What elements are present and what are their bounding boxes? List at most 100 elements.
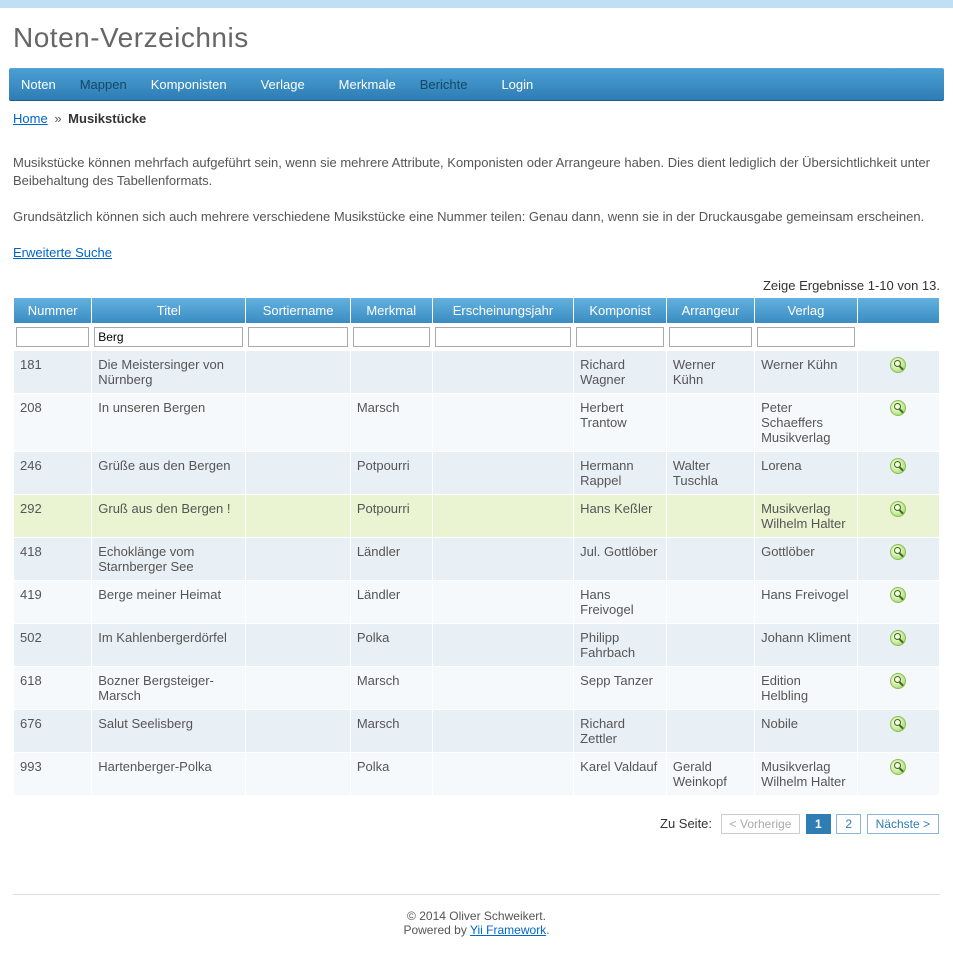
- cell-merkmal: Marsch: [351, 394, 432, 451]
- view-icon[interactable]: [890, 458, 906, 474]
- nav-item-verlage[interactable]: Verlage: [249, 69, 317, 100]
- cell-jahr: [433, 351, 573, 393]
- table-row: 292Gruß aus den Bergen !PotpourriHans Ke…: [14, 495, 939, 537]
- col-header-titel[interactable]: Titel: [92, 298, 245, 323]
- cell-jahr: [433, 581, 573, 623]
- cell-nummer: 993: [14, 753, 91, 795]
- cell-komponist: Karel Valdauf: [574, 753, 666, 795]
- table-row: 618Bozner Bergsteiger-MarschMarschSepp T…: [14, 667, 939, 709]
- cell-verlag: Hans Freivogel: [755, 581, 857, 623]
- pagination-page-2[interactable]: 2: [836, 814, 861, 834]
- cell-actions: [858, 667, 939, 709]
- cell-sortiername: [246, 351, 349, 393]
- cell-actions: [858, 452, 939, 494]
- cell-merkmal: [351, 351, 432, 393]
- filter-arrangeur[interactable]: [669, 327, 752, 347]
- main-nav: NotenMappenKomponisten Verlage MerkmaleBer…: [9, 68, 944, 101]
- col-header-sortiername[interactable]: Sortiername: [246, 298, 349, 323]
- cell-jahr: [433, 394, 573, 451]
- pagination: Zu Seite: < Vorherige 1 2 Nächste >: [13, 814, 940, 834]
- filter-merkmal[interactable]: [353, 327, 430, 347]
- results-table: Nummer Titel Sortiername Merkmal Erschei…: [13, 297, 940, 796]
- filter-verlag[interactable]: [757, 327, 855, 347]
- intro-paragraph-1: Musikstücke können mehrfach aufgeführt s…: [13, 154, 940, 190]
- view-icon[interactable]: [890, 630, 906, 646]
- cell-komponist: Hermann Rappel: [574, 452, 666, 494]
- view-icon[interactable]: [890, 759, 906, 775]
- cell-jahr: [433, 495, 573, 537]
- cell-sortiername: [246, 581, 349, 623]
- breadcrumb-home[interactable]: Home: [13, 111, 48, 126]
- cell-actions: [858, 624, 939, 666]
- cell-actions: [858, 394, 939, 451]
- view-icon[interactable]: [890, 716, 906, 732]
- cell-arrangeur: [667, 495, 754, 537]
- col-header-erscheinungsjahr[interactable]: Erscheinungsjahr: [433, 298, 573, 323]
- nav-item-berichte[interactable]: Berichte: [408, 69, 480, 100]
- nav-item-mappen[interactable]: Mappen: [68, 69, 139, 100]
- cell-merkmal: Potpourri: [351, 452, 432, 494]
- col-header-arrangeur[interactable]: Arrangeur: [667, 298, 754, 323]
- nav-item-login[interactable]: Login: [489, 69, 545, 100]
- filter-row: [14, 324, 939, 350]
- cell-arrangeur: Werner Kühn: [667, 351, 754, 393]
- cell-komponist: Jul. Gottlöber: [574, 538, 666, 580]
- footer-framework-link[interactable]: Yii Framework: [470, 923, 546, 937]
- view-icon[interactable]: [890, 673, 906, 689]
- view-icon[interactable]: [890, 587, 906, 603]
- col-header-merkmal[interactable]: Merkmal: [351, 298, 432, 323]
- cell-verlag: Gottlöber: [755, 538, 857, 580]
- pagination-page-1[interactable]: 1: [806, 814, 831, 834]
- cell-nummer: 618: [14, 667, 91, 709]
- cell-titel: In unseren Bergen: [92, 394, 245, 451]
- cell-jahr: [433, 538, 573, 580]
- cell-nummer: 208: [14, 394, 91, 451]
- cell-verlag: Lorena: [755, 452, 857, 494]
- col-header-verlag[interactable]: Verlag: [755, 298, 857, 323]
- table-row: 419Berge meiner HeimatLändlerHans Freivo…: [14, 581, 939, 623]
- page-title: Noten-Verzeichnis: [9, 8, 944, 68]
- col-header-komponist[interactable]: Komponist: [574, 298, 666, 323]
- cell-nummer: 292: [14, 495, 91, 537]
- cell-komponist: Richard Zettler: [574, 710, 666, 752]
- pagination-next[interactable]: Nächste >: [867, 814, 939, 834]
- cell-titel: Die Meistersinger von Nürnberg: [92, 351, 245, 393]
- cell-komponist: Richard Wagner: [574, 351, 666, 393]
- cell-arrangeur: [667, 710, 754, 752]
- cell-jahr: [433, 753, 573, 795]
- cell-komponist: Herbert Trantow: [574, 394, 666, 451]
- cell-titel: Berge meiner Heimat: [92, 581, 245, 623]
- view-icon[interactable]: [890, 501, 906, 517]
- cell-arrangeur: [667, 581, 754, 623]
- cell-merkmal: Marsch: [351, 667, 432, 709]
- nav-item-merkmale[interactable]: Merkmale: [327, 69, 408, 100]
- cell-merkmal: Ländler: [351, 538, 432, 580]
- pagination-label: Zu Seite:: [660, 816, 712, 831]
- filter-jahr[interactable]: [435, 327, 571, 347]
- nav-item-komponisten[interactable]: Komponisten: [139, 69, 239, 100]
- cell-komponist: Hans Keßler: [574, 495, 666, 537]
- cell-arrangeur: [667, 394, 754, 451]
- view-icon[interactable]: [890, 400, 906, 416]
- cell-verlag: Musikverlag Wilhelm Halter: [755, 753, 857, 795]
- table-row: 181Die Meistersinger von NürnbergRichard…: [14, 351, 939, 393]
- pagination-prev[interactable]: < Vorherige: [721, 814, 801, 834]
- filter-komponist[interactable]: [576, 327, 664, 347]
- filter-titel[interactable]: [94, 327, 243, 347]
- nav-item-noten[interactable]: Noten: [9, 69, 68, 100]
- cell-titel: Salut Seelisberg: [92, 710, 245, 752]
- view-icon[interactable]: [890, 544, 906, 560]
- cell-komponist: Hans Freivogel: [574, 581, 666, 623]
- cell-arrangeur: [667, 538, 754, 580]
- cell-actions: [858, 495, 939, 537]
- view-icon[interactable]: [890, 357, 906, 373]
- cell-merkmal: Ländler: [351, 581, 432, 623]
- cell-sortiername: [246, 394, 349, 451]
- cell-nummer: 502: [14, 624, 91, 666]
- cell-sortiername: [246, 495, 349, 537]
- filter-sortiername[interactable]: [248, 327, 347, 347]
- advanced-search-link[interactable]: Erweiterte Suche: [13, 245, 112, 260]
- cell-titel: Echoklänge vom Starnberger See: [92, 538, 245, 580]
- col-header-nummer[interactable]: Nummer: [14, 298, 91, 323]
- filter-nummer[interactable]: [16, 327, 89, 347]
